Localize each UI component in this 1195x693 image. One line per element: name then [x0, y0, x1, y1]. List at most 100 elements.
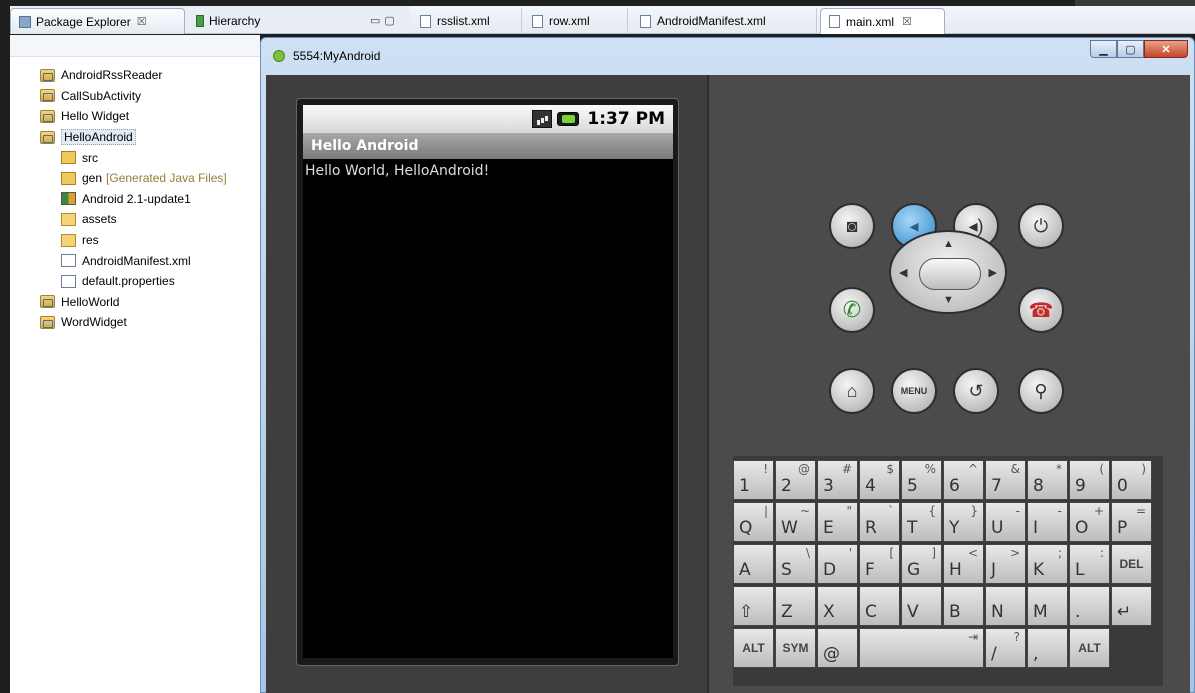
keyboard-key[interactable]: B: [943, 586, 984, 626]
call-button[interactable]: ✆: [829, 287, 875, 333]
keyboard-key[interactable]: 5%: [901, 460, 942, 500]
tree-item[interactable]: HelloWorld: [40, 292, 227, 313]
keyboard-key[interactable]: S \: [775, 544, 816, 584]
keyboard-key[interactable]: DEL: [1111, 544, 1152, 584]
keyboard-key[interactable]: U-: [985, 502, 1026, 542]
editor-tab-androidmanifest[interactable]: AndroidManifest.xml: [632, 8, 817, 34]
key-shift-label: ⇥: [967, 630, 978, 644]
dpad-up-icon[interactable]: ▲: [943, 238, 954, 250]
keyboard-key[interactable]: R `: [859, 502, 900, 542]
keyboard-key[interactable]: D ': [817, 544, 858, 584]
close-icon[interactable]: ☒: [137, 15, 147, 28]
close-button[interactable]: ✕: [1144, 40, 1188, 58]
keyboard-key[interactable]: 6 ^: [943, 460, 984, 500]
keyboard-key[interactable]: 7 &: [985, 460, 1026, 500]
editor-tab-label: rsslist.xml: [437, 14, 490, 28]
keyboard-key[interactable]: .: [1069, 586, 1110, 626]
tree-item[interactable]: AndroidManifest.xml: [40, 250, 227, 271]
keyboard-key[interactable]: ⇥: [859, 628, 984, 668]
key-shift-label: =: [1135, 504, 1146, 518]
dpad-left-icon[interactable]: ◀: [899, 266, 907, 279]
keyboard-key[interactable]: E ": [817, 502, 858, 542]
keyboard-key[interactable]: 4 $: [859, 460, 900, 500]
maximize-button[interactable]: ▢: [1117, 40, 1144, 58]
tree-item[interactable]: HelloAndroid: [40, 127, 227, 148]
emulator-titlebar[interactable]: 5554:MyAndroid ▁ ▢ ✕: [261, 38, 1194, 74]
keyboard-key[interactable]: Y}: [943, 502, 984, 542]
dpad-down-icon[interactable]: ▼: [943, 294, 954, 306]
library-icon: [61, 192, 76, 206]
tree-item[interactable]: Android 2.1-update1: [40, 189, 227, 210]
keyboard-key[interactable]: N: [985, 586, 1026, 626]
keyboard-key[interactable]: SYM: [775, 628, 816, 668]
volume-down-icon: ◂: [909, 215, 919, 236]
keyboard-key[interactable]: 3 #: [817, 460, 858, 500]
keyboard-key[interactable]: 8 *: [1027, 460, 1068, 500]
keyboard-key[interactable]: X: [817, 586, 858, 626]
close-icon[interactable]: ☒: [902, 15, 912, 28]
keyboard-key[interactable]: Q |: [733, 502, 774, 542]
search-button[interactable]: ⚲: [1018, 368, 1064, 414]
home-button[interactable]: ⌂: [829, 368, 875, 414]
key-shift-label: `: [888, 504, 894, 518]
tree-item[interactable]: res: [40, 230, 227, 251]
keyboard-key[interactable]: K;: [1027, 544, 1068, 584]
tree-item[interactable]: CallSubActivity: [40, 86, 227, 107]
tree-item[interactable]: src: [40, 147, 227, 168]
editor-tab-row[interactable]: row.xml: [524, 8, 628, 34]
keyboard-key[interactable]: ↵: [1111, 586, 1152, 626]
keyboard-key[interactable]: A: [733, 544, 774, 584]
dpad[interactable]: ▲ ▼ ◀ ▶: [889, 230, 1007, 314]
tree-item[interactable]: assets: [40, 209, 227, 230]
keyboard-key[interactable]: /?: [985, 628, 1026, 668]
editor-tab-main[interactable]: main.xml ☒: [820, 8, 945, 34]
keyboard-key[interactable]: 1!: [733, 460, 774, 500]
tree-item[interactable]: Hello Widget: [40, 106, 227, 127]
android-screen[interactable]: 1:37 PM Hello Android Hello World, Hello…: [303, 105, 673, 658]
end-call-button[interactable]: ☎: [1018, 287, 1064, 333]
view-minimize-maximize-controls[interactable]: ▭▢: [370, 14, 399, 27]
keyboard-key[interactable]: @: [817, 628, 858, 668]
keyboard-key[interactable]: P =: [1111, 502, 1152, 542]
keyboard-key[interactable]: I-: [1027, 502, 1068, 542]
keyboard-key[interactable]: L:: [1069, 544, 1110, 584]
tree-item[interactable]: AndroidRssReader: [40, 65, 227, 86]
keyboard-key[interactable]: ALT: [733, 628, 774, 668]
tree-item[interactable]: WordWidget: [40, 312, 227, 333]
keyboard-key[interactable]: W ~: [775, 502, 816, 542]
keyboard-key[interactable]: Z: [775, 586, 816, 626]
tree-item[interactable]: gen [Generated Java Files]: [40, 168, 227, 189]
menu-button[interactable]: MENU: [891, 368, 937, 414]
power-button[interactable]: ⏻: [1018, 203, 1064, 249]
key-label: C: [865, 602, 877, 622]
keyboard-key[interactable]: O +: [1069, 502, 1110, 542]
keyboard-key[interactable]: J >: [985, 544, 1026, 584]
android-status-bar: 1:37 PM: [303, 105, 673, 133]
keyboard-key[interactable]: 2 @: [775, 460, 816, 500]
tab-package-explorer[interactable]: Package Explorer ☒: [10, 8, 185, 34]
keyboard-key[interactable]: V: [901, 586, 942, 626]
keyboard-key[interactable]: 0): [1111, 460, 1152, 500]
back-button[interactable]: ↺: [953, 368, 999, 414]
keyboard-key[interactable]: M: [1027, 586, 1068, 626]
keyboard-key[interactable]: G]: [901, 544, 942, 584]
keyboard-key[interactable]: H <: [943, 544, 984, 584]
tree-item[interactable]: default.properties: [40, 271, 227, 292]
tab-hierarchy[interactable]: Hierarchy: [188, 8, 288, 34]
camera-button[interactable]: ◙: [829, 203, 875, 249]
editor-tab-rsslist[interactable]: rsslist.xml: [412, 8, 522, 34]
minimize-button[interactable]: ▁: [1090, 40, 1117, 58]
keyboard-key[interactable]: T{: [901, 502, 942, 542]
keyboard-key[interactable]: F[: [859, 544, 900, 584]
keyboard-key[interactable]: ALT: [1069, 628, 1110, 668]
dpad-right-icon[interactable]: ▶: [989, 266, 997, 279]
key-label: 7: [991, 476, 1002, 496]
keyboard-key[interactable]: C: [859, 586, 900, 626]
keyboard-key[interactable]: 9(: [1069, 460, 1110, 500]
keyboard-key[interactable]: ,: [1027, 628, 1068, 668]
editor-tab-label: AndroidManifest.xml: [657, 14, 766, 28]
key-shift-label: >: [1009, 546, 1020, 560]
window-buttons: ▁ ▢ ✕: [1090, 40, 1188, 58]
keyboard-key[interactable]: ⇧: [733, 586, 774, 626]
dpad-center-button[interactable]: [919, 258, 981, 290]
